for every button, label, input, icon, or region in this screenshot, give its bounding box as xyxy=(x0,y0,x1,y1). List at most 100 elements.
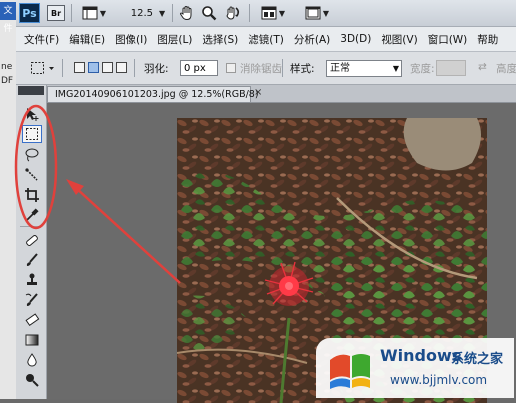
screen-mode-icon xyxy=(305,6,321,20)
arrange-documents-button[interactable]: ▼ xyxy=(256,3,290,23)
dodge-tool[interactable] xyxy=(22,371,42,389)
separator xyxy=(71,4,72,22)
photoshop-logo: Ps xyxy=(19,3,40,23)
tool-preset-picker[interactable] xyxy=(30,60,54,74)
gradient-icon xyxy=(25,334,39,346)
rectangular-marquee-tool[interactable] xyxy=(22,125,42,143)
move-icon xyxy=(27,108,39,121)
close-icon[interactable]: × xyxy=(254,87,262,98)
new-selection-icon[interactable] xyxy=(74,62,85,73)
zoom-level-dropdown[interactable]: 12.5 ▼ xyxy=(128,3,168,23)
crop-tool[interactable] xyxy=(22,186,42,204)
clone-stamp-tool[interactable] xyxy=(22,271,42,289)
separator xyxy=(20,226,42,227)
background-app-tab[interactable]: 文件 xyxy=(0,2,16,34)
spot-healing-brush-tool[interactable] xyxy=(22,231,42,249)
style-select-value: 正常 xyxy=(330,63,350,74)
chevron-down-icon: ▼ xyxy=(159,8,166,18)
history-brush-icon xyxy=(25,293,38,306)
crop-icon xyxy=(25,188,39,202)
watermark-url: www.bjjmlv.com xyxy=(390,373,488,387)
chevron-down-icon: ▼ xyxy=(322,8,330,18)
add-to-selection-icon[interactable] xyxy=(88,62,99,73)
menu-view[interactable]: 视图(V) xyxy=(376,32,422,47)
tool-options-bar: 羽化: 消除锯齿 样式: 正常 ▼ 宽度: ⇄ 高度: xyxy=(16,52,516,85)
rotate-view-button[interactable] xyxy=(222,3,244,23)
marquee-icon xyxy=(26,128,38,140)
chevron-down-icon: ▼ xyxy=(278,8,286,18)
menu-filter[interactable]: 滤镜(T) xyxy=(243,32,289,47)
menu-bar: 文件(F) 编辑(E) 图像(I) 图层(L) 选择(S) 滤镜(T) 分析(A… xyxy=(16,27,516,52)
height-label: 高度: xyxy=(496,63,516,75)
chevron-down-icon: ▼ xyxy=(392,64,399,73)
separator xyxy=(249,4,250,22)
swap-icon: ⇄ xyxy=(478,61,487,73)
menu-edit[interactable]: 编辑(E) xyxy=(64,32,110,47)
bandage-icon xyxy=(26,235,38,246)
magnifier-icon xyxy=(202,6,217,21)
menu-3d[interactable]: 3D(D) xyxy=(335,33,376,45)
site-watermark: Windows 系统之家 www.bjjmlv.com xyxy=(316,338,514,398)
intersect-selection-icon[interactable] xyxy=(116,62,127,73)
lasso-icon xyxy=(25,148,39,162)
lasso-tool[interactable] xyxy=(22,146,42,164)
rotate-view-icon xyxy=(226,6,240,20)
background-app-text: ne xyxy=(1,62,13,72)
menu-select[interactable]: 选择(S) xyxy=(197,32,243,47)
screen-mode-button[interactable]: ▼ xyxy=(300,3,334,23)
blur-tool[interactable] xyxy=(22,351,42,369)
separator xyxy=(62,59,63,77)
hand-icon xyxy=(179,5,192,21)
menu-help[interactable]: 帮助 xyxy=(472,32,503,47)
quick-selection-tool[interactable] xyxy=(22,166,42,184)
dodge-icon xyxy=(26,374,39,387)
eraser-icon xyxy=(25,313,40,327)
separator xyxy=(172,4,173,22)
eyedropper-tool[interactable] xyxy=(22,206,42,224)
document-tab[interactable]: IMG20140906101203.jpg @ 12.5%(RGB/8) xyxy=(47,86,259,102)
gradient-tool[interactable] xyxy=(22,331,42,349)
antialias-label: 消除锯齿 xyxy=(240,63,282,75)
width-field xyxy=(436,60,466,76)
menu-file[interactable]: 文件(F) xyxy=(16,32,64,47)
view-extras-button[interactable]: ▼ xyxy=(78,3,110,23)
eraser-tool[interactable] xyxy=(22,311,42,329)
menu-analysis[interactable]: 分析(A) xyxy=(289,32,335,47)
background-app-text: DF xyxy=(1,76,14,86)
separator xyxy=(134,59,135,77)
eyedropper-icon xyxy=(25,208,39,222)
brush-icon xyxy=(26,253,38,266)
style-label: 样式: xyxy=(290,63,315,75)
watermark-brand: Windows xyxy=(380,346,462,365)
antialias-checkbox[interactable] xyxy=(226,63,236,73)
tools-panel xyxy=(16,85,47,399)
arrange-documents-icon xyxy=(261,6,277,20)
watermark-brand-cn: 系统之家 xyxy=(451,352,504,367)
hand-tool-button[interactable] xyxy=(177,3,197,23)
chevron-down-icon: ▼ xyxy=(99,8,107,18)
menu-image[interactable]: 图像(I) xyxy=(110,32,152,47)
brush-tool[interactable] xyxy=(22,251,42,269)
background-app-strip: 文件 ne DF xyxy=(0,0,17,399)
drop-icon xyxy=(27,353,37,367)
subtract-from-selection-icon[interactable] xyxy=(102,62,113,73)
feather-label: 羽化: xyxy=(144,63,169,75)
windows-logo-icon xyxy=(330,354,370,389)
feather-input[interactable] xyxy=(180,60,218,76)
move-tool[interactable] xyxy=(22,105,42,123)
document-tab-bar: IMG20140906101203.jpg @ 12.5%(RGB/8) × xyxy=(47,85,516,103)
zoom-tool-button[interactable] xyxy=(199,3,219,23)
magic-wand-icon xyxy=(25,168,38,181)
menu-window[interactable]: 窗口(W) xyxy=(423,32,473,47)
tools-panel-grip[interactable] xyxy=(18,86,44,95)
separator xyxy=(282,59,283,77)
style-select[interactable]: 正常 ▼ xyxy=(326,60,402,77)
application-bar: Ps Br ▼ 12.5 ▼ ▼ ▼ xyxy=(16,0,516,27)
history-brush-tool[interactable] xyxy=(22,291,42,309)
menu-layer[interactable]: 图层(L) xyxy=(152,32,197,47)
marquee-preset-icon xyxy=(31,62,54,74)
stamp-icon xyxy=(27,273,37,285)
width-label: 宽度: xyxy=(410,63,435,75)
zoom-level-value: 12.5 xyxy=(130,7,154,19)
launch-bridge-button[interactable]: Br xyxy=(47,5,65,21)
